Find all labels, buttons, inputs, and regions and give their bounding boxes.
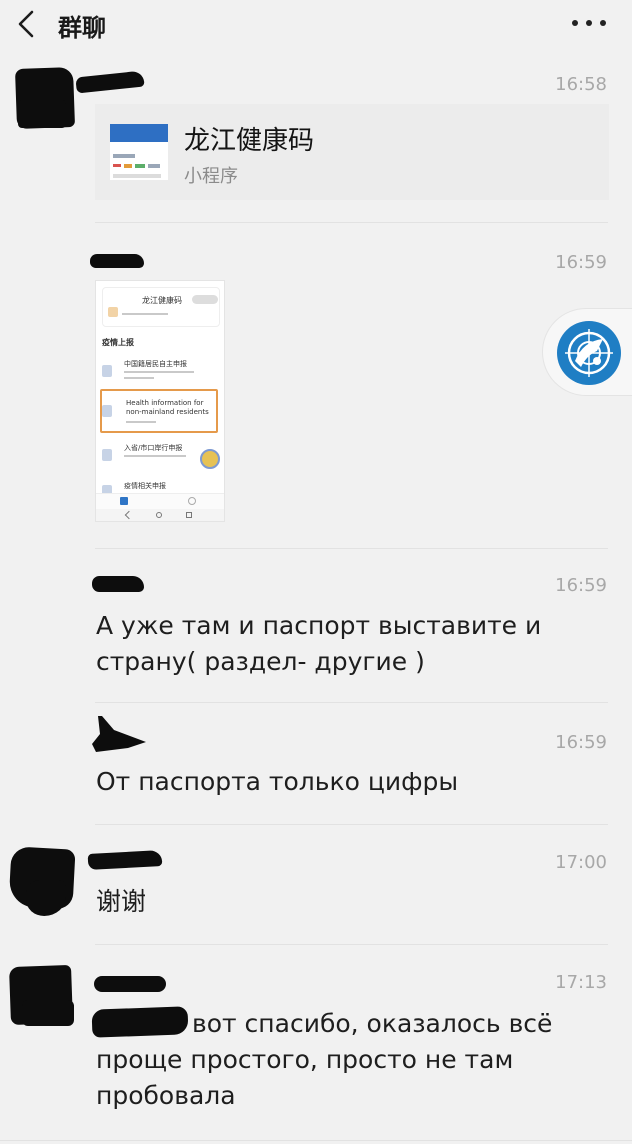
sender-name-redacted: [92, 716, 146, 752]
top-bar: 群聊: [0, 0, 632, 50]
screenshot-image[interactable]: 龙江健康码 疫情上报 中国籍居民自主申报 Health information …: [95, 280, 225, 522]
screenshot-section-title: 疫情上报: [102, 338, 134, 347]
sender-name-redacted: [75, 70, 145, 94]
mini-program-card[interactable]: 龙江健康码 小程序: [95, 104, 609, 200]
sender-name-redacted: [92, 576, 144, 592]
more-dots-icon[interactable]: [572, 20, 606, 28]
divider: [95, 824, 608, 825]
message-time: 16:58: [555, 74, 607, 95]
sender-name-redacted: [94, 976, 166, 992]
sender-name-redacted: [90, 254, 144, 268]
message-text: А уже там и паспорт выставите и страну( …: [96, 611, 542, 676]
divider: [95, 702, 608, 703]
mini-program-label: 小程序: [184, 166, 238, 187]
divider: [95, 944, 608, 945]
floating-mini-program-button[interactable]: [542, 308, 632, 396]
screenshot-item: 入省/市口岸行申报: [124, 444, 183, 452]
screenshot-item-highlighted: Health information for non-mainland resi…: [126, 399, 209, 416]
chat-title: 群聊: [58, 14, 106, 42]
divider: [95, 548, 608, 549]
screenshot-item: 疫情相关申报: [124, 482, 166, 490]
message-text: 谢谢: [96, 887, 147, 916]
message-time: 16:59: [555, 575, 607, 596]
screenshot-item: 中国籍居民自主申报: [124, 360, 187, 368]
divider: [0, 1140, 632, 1141]
message-text: От паспорта только цифры: [96, 767, 459, 796]
divider: [95, 222, 608, 223]
radar-satellite-icon: [557, 321, 621, 385]
screenshot-app-title: 龙江健康码: [142, 296, 182, 305]
mini-program-title: 龙江健康码: [184, 126, 315, 156]
message-text: вот спасибо, оказалось всё проще простог…: [96, 1009, 553, 1110]
back-chevron-icon[interactable]: [14, 9, 40, 39]
sender-name-redacted: [87, 850, 163, 870]
message-time: 16:59: [555, 252, 607, 273]
message-time: 17:13: [555, 972, 607, 993]
message-time: 17:00: [555, 852, 607, 873]
message-time: 16:59: [555, 732, 607, 753]
mini-program-thumbnail: [110, 124, 168, 180]
